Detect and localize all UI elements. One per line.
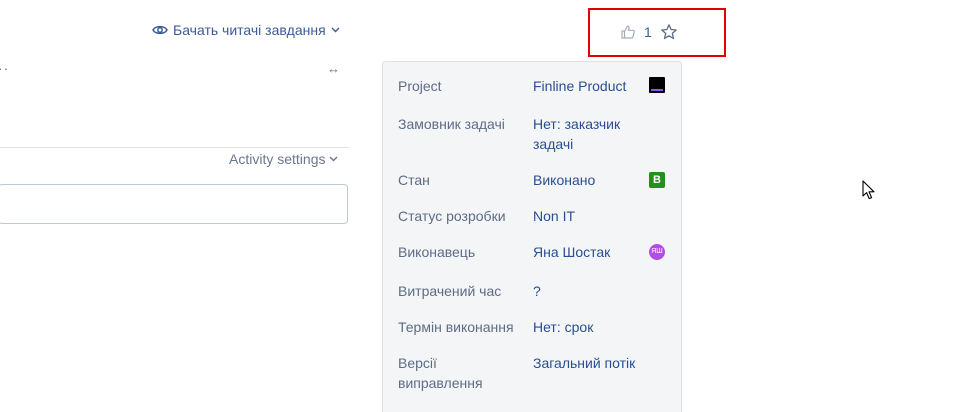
field-label-project: Project — [398, 78, 442, 94]
mouse-cursor-icon — [862, 180, 875, 200]
status-badge: В — [649, 172, 665, 188]
eye-icon — [152, 25, 168, 35]
vote-count: 1 — [644, 24, 652, 40]
section-divider — [0, 147, 349, 148]
field-value-project[interactable]: Finline Product — [533, 76, 653, 96]
field-label-customer: Замовник задачі — [398, 116, 505, 132]
watch-button[interactable]: Бачать читачі завдання — [152, 22, 340, 38]
field-value-customer[interactable]: Нет: заказчик задачі — [533, 114, 645, 154]
watch-label: Бачать читачі завдання — [173, 22, 326, 38]
field-value-assignee[interactable]: Яна Шостак — [533, 242, 645, 262]
field-label-assignee: Виконавець — [398, 244, 476, 260]
field-label-fix-versions: Версії виправлення — [398, 355, 483, 391]
star-icon[interactable] — [660, 23, 678, 41]
field-value-dev-status[interactable]: Non IT — [533, 206, 645, 226]
field-value-fix-versions[interactable]: Загальний потік — [533, 353, 645, 373]
field-label-due-date: Термін виконання — [398, 319, 514, 335]
chevron-down-icon — [329, 156, 338, 162]
field-label-dev-status: Статус розробки — [398, 208, 506, 224]
activity-settings-label: Activity settings — [229, 151, 326, 167]
expand-width-icon[interactable]: ↔ — [327, 61, 340, 76]
vote-area: 1 — [620, 23, 678, 41]
field-label-time-spent: Витрачений час — [398, 283, 502, 299]
comment-input[interactable] — [0, 184, 348, 224]
chevron-down-icon — [331, 27, 340, 33]
field-value-status[interactable]: Виконано — [533, 170, 645, 190]
thumbs-up-icon[interactable] — [620, 24, 636, 40]
field-label-status: Стан — [398, 172, 430, 188]
project-icon — [649, 77, 665, 93]
more-actions-icon[interactable]: ·· — [0, 60, 9, 76]
activity-settings-button[interactable]: Activity settings — [229, 151, 338, 167]
field-value-due-date[interactable]: Нет: срок — [533, 317, 645, 337]
avatar: ЯШ — [649, 244, 665, 260]
issue-view: Бачать читачі завдання ·· ↔ Activity set… — [0, 0, 961, 412]
field-value-time-spent[interactable]: ? — [533, 281, 645, 301]
